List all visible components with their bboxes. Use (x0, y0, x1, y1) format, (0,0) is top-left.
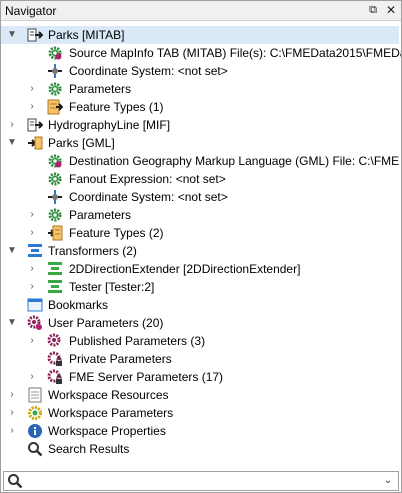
tree-item-feature-types[interactable]: › Feature Types (1) (1, 98, 399, 116)
gear-icon (48, 208, 62, 222)
tree-item-bookmarks[interactable]: Bookmarks (1, 296, 399, 314)
chevron-down-icon[interactable]: ⌄ (380, 472, 396, 490)
tree-item-published-parameters[interactable]: › Published Parameters (3) (1, 332, 399, 350)
navigator-panel: Navigator ⧉ ✕ ▼ Parks [MITAB] Source Map… (0, 0, 402, 493)
resources-icon (28, 387, 42, 403)
search-icon (28, 442, 43, 457)
tree-item-label: Feature Types (1) (69, 100, 164, 114)
tree-item-parameters[interactable]: › Parameters (1, 80, 399, 98)
server-parameters-icon (47, 369, 62, 384)
title-bar: Navigator ⧉ ✕ (1, 1, 401, 21)
tree-item-user-parameters[interactable]: ▼ User Parameters (20) (1, 314, 399, 332)
tree-item-coordinate-system[interactable]: Coordinate System: <not set> (1, 188, 399, 206)
published-parameters-icon (47, 333, 61, 347)
chevron-down-icon[interactable]: ▼ (5, 134, 19, 152)
user-parameters-icon (27, 315, 42, 330)
chevron-right-icon[interactable]: › (25, 368, 39, 386)
chevron-right-icon[interactable]: › (5, 422, 19, 440)
tree-item-label: Source MapInfo TAB (MITAB) File(s): C:\F… (69, 46, 402, 60)
chevron-right-icon[interactable]: › (25, 98, 39, 116)
chevron-right-icon[interactable]: › (25, 278, 39, 296)
tree-item-fanout-expression[interactable]: Fanout Expression: <not set> (1, 170, 399, 188)
tree-item-label: Search Results (48, 442, 130, 456)
tree-item-workspace-properties[interactable]: › Workspace Properties (1, 422, 399, 440)
tree-item-label: Parameters (69, 82, 132, 96)
tree-item-workspace-resources[interactable]: › Workspace Resources (1, 386, 399, 404)
chevron-right-icon[interactable]: › (25, 260, 39, 278)
chevron-right-icon[interactable]: › (5, 116, 19, 134)
chevron-right-icon[interactable]: › (25, 332, 39, 350)
chevron-right-icon[interactable]: › (5, 404, 19, 422)
coordinate-system-icon (48, 64, 62, 78)
workspace-parameters-icon (28, 406, 42, 420)
tree-item-label: Transformers (2) (48, 244, 137, 258)
tree-item-label: FME Server Parameters (17) (69, 370, 224, 384)
bookmark-icon (27, 298, 43, 312)
reader-dataset-icon (27, 118, 43, 132)
transformer-icon (48, 262, 62, 275)
transformer-icon (48, 280, 62, 293)
tree-item-label: Published Parameters (3) (69, 334, 206, 348)
search-icon (8, 474, 23, 489)
gear-icon (48, 172, 62, 186)
tree-item-transformer[interactable]: › 2DDirectionExtender [2DDirectionExtend… (1, 260, 399, 278)
gear-icon (48, 154, 62, 168)
tree-item-source[interactable]: Source MapInfo TAB (MITAB) File(s): C:\F… (1, 44, 402, 62)
gear-icon (48, 46, 62, 60)
chevron-right-icon[interactable]: › (25, 224, 39, 242)
tree-item-hydrographyline[interactable]: › HydrographyLine [MIF] (1, 116, 399, 134)
search-bar[interactable]: ⌄ (3, 471, 399, 491)
tree-item-label: Workspace Resources (48, 388, 169, 402)
tree-item-search-results[interactable]: Search Results (1, 440, 399, 458)
tree-item-feature-types[interactable]: › Feature Types (2) (1, 224, 399, 242)
tree-item-label: Workspace Properties (48, 424, 166, 438)
tree-item-workspace-parameters[interactable]: › Workspace Parameters (1, 404, 399, 422)
feature-type-icon (48, 225, 63, 241)
chevron-down-icon[interactable]: ▼ (5, 26, 19, 44)
tree-item-label: Parks [GML] (48, 136, 115, 150)
tree-item-parks-mitab[interactable]: ▼ Parks [MITAB] (1, 26, 399, 44)
gear-icon (48, 82, 62, 96)
tree-item-label: User Parameters (20) (48, 316, 164, 330)
reader-dataset-icon (27, 28, 43, 42)
transformers-icon (28, 244, 42, 257)
tree-item-parks-gml[interactable]: ▼ Parks [GML] (1, 134, 399, 152)
panel-title: Navigator (5, 4, 57, 18)
feature-type-icon (47, 99, 63, 115)
tree-item-label: HydrographyLine [MIF] (48, 118, 171, 132)
tree-item-transformers[interactable]: ▼ Transformers (2) (1, 242, 399, 260)
tree-item-label: Parks [MITAB] (48, 28, 125, 42)
tree-item-label: Feature Types (2) (69, 226, 164, 240)
tree-item-coordinate-system[interactable]: Coordinate System: <not set> (1, 62, 399, 80)
chevron-down-icon[interactable]: ▼ (5, 242, 19, 260)
tree-item-label: 2DDirectionExtender [2DDirectionExtender… (69, 262, 301, 276)
navigator-tree: ▼ Parks [MITAB] Source MapInfo TAB (MITA… (1, 21, 401, 468)
tree-item-label: Tester [Tester:2] (69, 280, 155, 294)
chevron-right-icon[interactable]: › (5, 386, 19, 404)
writer-dataset-icon (28, 136, 43, 150)
tree-item-fme-server-parameters[interactable]: › FME Server Parameters (17) (1, 368, 399, 386)
tree-item-label: Coordinate System: <not set> (69, 64, 228, 78)
private-parameters-icon (47, 351, 62, 366)
tree-item-label: Destination Geography Markup Language (G… (69, 154, 400, 168)
tree-item-label: Private Parameters (69, 352, 172, 366)
coordinate-system-icon (48, 190, 62, 204)
tree-item-destination[interactable]: Destination Geography Markup Language (G… (1, 152, 399, 170)
tree-item-private-parameters[interactable]: Private Parameters (1, 350, 399, 368)
tree-item-label: Workspace Parameters (48, 406, 174, 420)
close-panel-button[interactable]: ✕ (383, 2, 399, 18)
tree-item-label: Coordinate System: <not set> (69, 190, 228, 204)
chevron-right-icon[interactable]: › (25, 206, 39, 224)
chevron-right-icon[interactable]: › (25, 80, 39, 98)
info-icon (28, 424, 42, 438)
tree-item-parameters[interactable]: › Parameters (1, 206, 399, 224)
float-window-button[interactable]: ⧉ (365, 2, 381, 18)
search-input[interactable] (26, 473, 366, 487)
tree-item-label: Parameters (69, 208, 132, 222)
tree-item-label: Fanout Expression: <not set> (69, 172, 226, 186)
tree-item-transformer[interactable]: › Tester [Tester:2] (1, 278, 399, 296)
tree-item-label: Bookmarks (48, 298, 109, 312)
chevron-down-icon[interactable]: ▼ (5, 314, 19, 332)
